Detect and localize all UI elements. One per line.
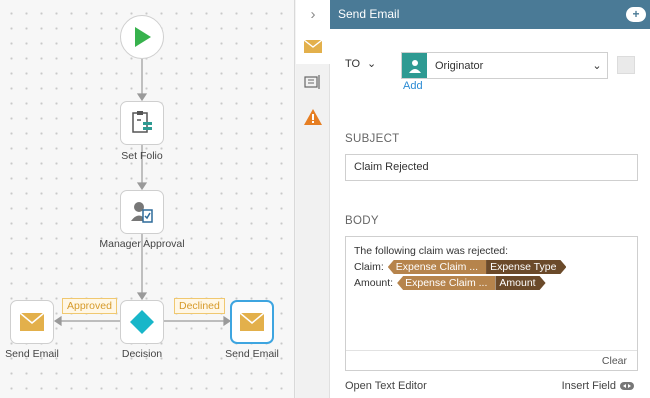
to-label: TO bbox=[345, 58, 361, 70]
envelope-icon bbox=[19, 312, 45, 331]
email-settings: TO ⌄ Originator ⌄ Add SUBJECT Claim Reje… bbox=[331, 29, 650, 398]
recipient-value: Originator bbox=[435, 59, 484, 72]
manager-approval-label: Manager Approval bbox=[99, 238, 185, 250]
subject-input[interactable]: Claim Rejected bbox=[345, 154, 638, 181]
to-chevron-down-icon[interactable]: ⌄ bbox=[367, 57, 376, 70]
subject-label: SUBJECT bbox=[345, 133, 400, 145]
text-field-icon bbox=[304, 74, 320, 89]
open-text-editor-link[interactable]: Open Text Editor bbox=[345, 380, 427, 392]
tab-properties[interactable] bbox=[296, 64, 330, 99]
panel-title: Send Email bbox=[338, 7, 400, 21]
send-email-left-node[interactable] bbox=[10, 300, 54, 344]
add-recipient-link[interactable]: Add bbox=[403, 80, 423, 92]
amount-label: Amount: bbox=[354, 277, 394, 289]
claim-label: Claim: bbox=[354, 261, 384, 273]
chevron-down-icon: ⌄ bbox=[592, 60, 602, 72]
edit-recipient-button[interactable] bbox=[617, 56, 635, 74]
decision-node[interactable] bbox=[120, 300, 164, 344]
panel-header: Send Email + bbox=[330, 0, 650, 29]
amount-field-reference[interactable]: Expense Claim ... bbox=[397, 276, 496, 290]
envelope-icon bbox=[239, 312, 265, 331]
send-email-right-node[interactable] bbox=[230, 300, 274, 344]
decision-label: Decision bbox=[121, 348, 163, 360]
clear-button[interactable]: Clear bbox=[602, 355, 627, 367]
send-email-right-label: Send Email bbox=[225, 348, 279, 360]
set-folio-label: Set Folio bbox=[121, 150, 163, 162]
diamond-icon bbox=[130, 310, 154, 334]
plus-icon: + bbox=[632, 7, 640, 21]
panel-side-tabs bbox=[296, 29, 330, 398]
manager-approval-node[interactable] bbox=[120, 190, 164, 234]
play-icon bbox=[135, 27, 151, 47]
approved-tag[interactable]: Approved bbox=[62, 298, 117, 314]
recipient-select[interactable]: Originator ⌄ bbox=[401, 52, 608, 79]
user-icon bbox=[402, 53, 427, 78]
chevron-right-icon: › bbox=[310, 6, 316, 23]
body-editor[interactable]: The following claim was rejected: Claim:… bbox=[345, 236, 638, 371]
toggle-arrows-icon bbox=[620, 382, 634, 390]
envelope-icon bbox=[304, 40, 322, 53]
body-line-amount: Amount: Expense Claim ... Amount bbox=[354, 275, 629, 291]
tab-warnings[interactable] bbox=[296, 99, 330, 134]
amount-field-property[interactable]: Amount bbox=[495, 276, 545, 290]
approval-user-icon bbox=[131, 202, 153, 223]
folio-icon bbox=[132, 111, 152, 133]
workflow-canvas[interactable]: Set Folio Manager Approval Decision Send… bbox=[0, 0, 295, 398]
send-email-left-label: Send Email bbox=[5, 348, 59, 360]
expand-panel-button[interactable]: + bbox=[626, 7, 646, 22]
insert-field-label: Insert Field bbox=[561, 380, 616, 392]
insert-field-button[interactable]: Insert Field bbox=[562, 380, 634, 392]
start-node[interactable] bbox=[120, 15, 164, 59]
clear-bar: Clear bbox=[346, 350, 637, 370]
claim-field-property[interactable]: Expense Type bbox=[486, 260, 566, 274]
tab-email[interactable] bbox=[296, 29, 330, 64]
collapse-panel-button[interactable]: › bbox=[296, 0, 330, 29]
warning-icon bbox=[304, 108, 322, 125]
body-line-claim: Claim: Expense Claim ... Expense Type bbox=[354, 259, 629, 275]
body-line-1: The following claim was rejected: bbox=[354, 245, 509, 257]
set-folio-node[interactable] bbox=[120, 101, 164, 145]
properties-panel: › Send Email + TO ⌄ Originator ⌄ Add SUB… bbox=[296, 0, 650, 398]
body-label: BODY bbox=[345, 215, 379, 227]
claim-field-reference[interactable]: Expense Claim ... bbox=[387, 260, 487, 274]
declined-tag[interactable]: Declined bbox=[174, 298, 225, 314]
